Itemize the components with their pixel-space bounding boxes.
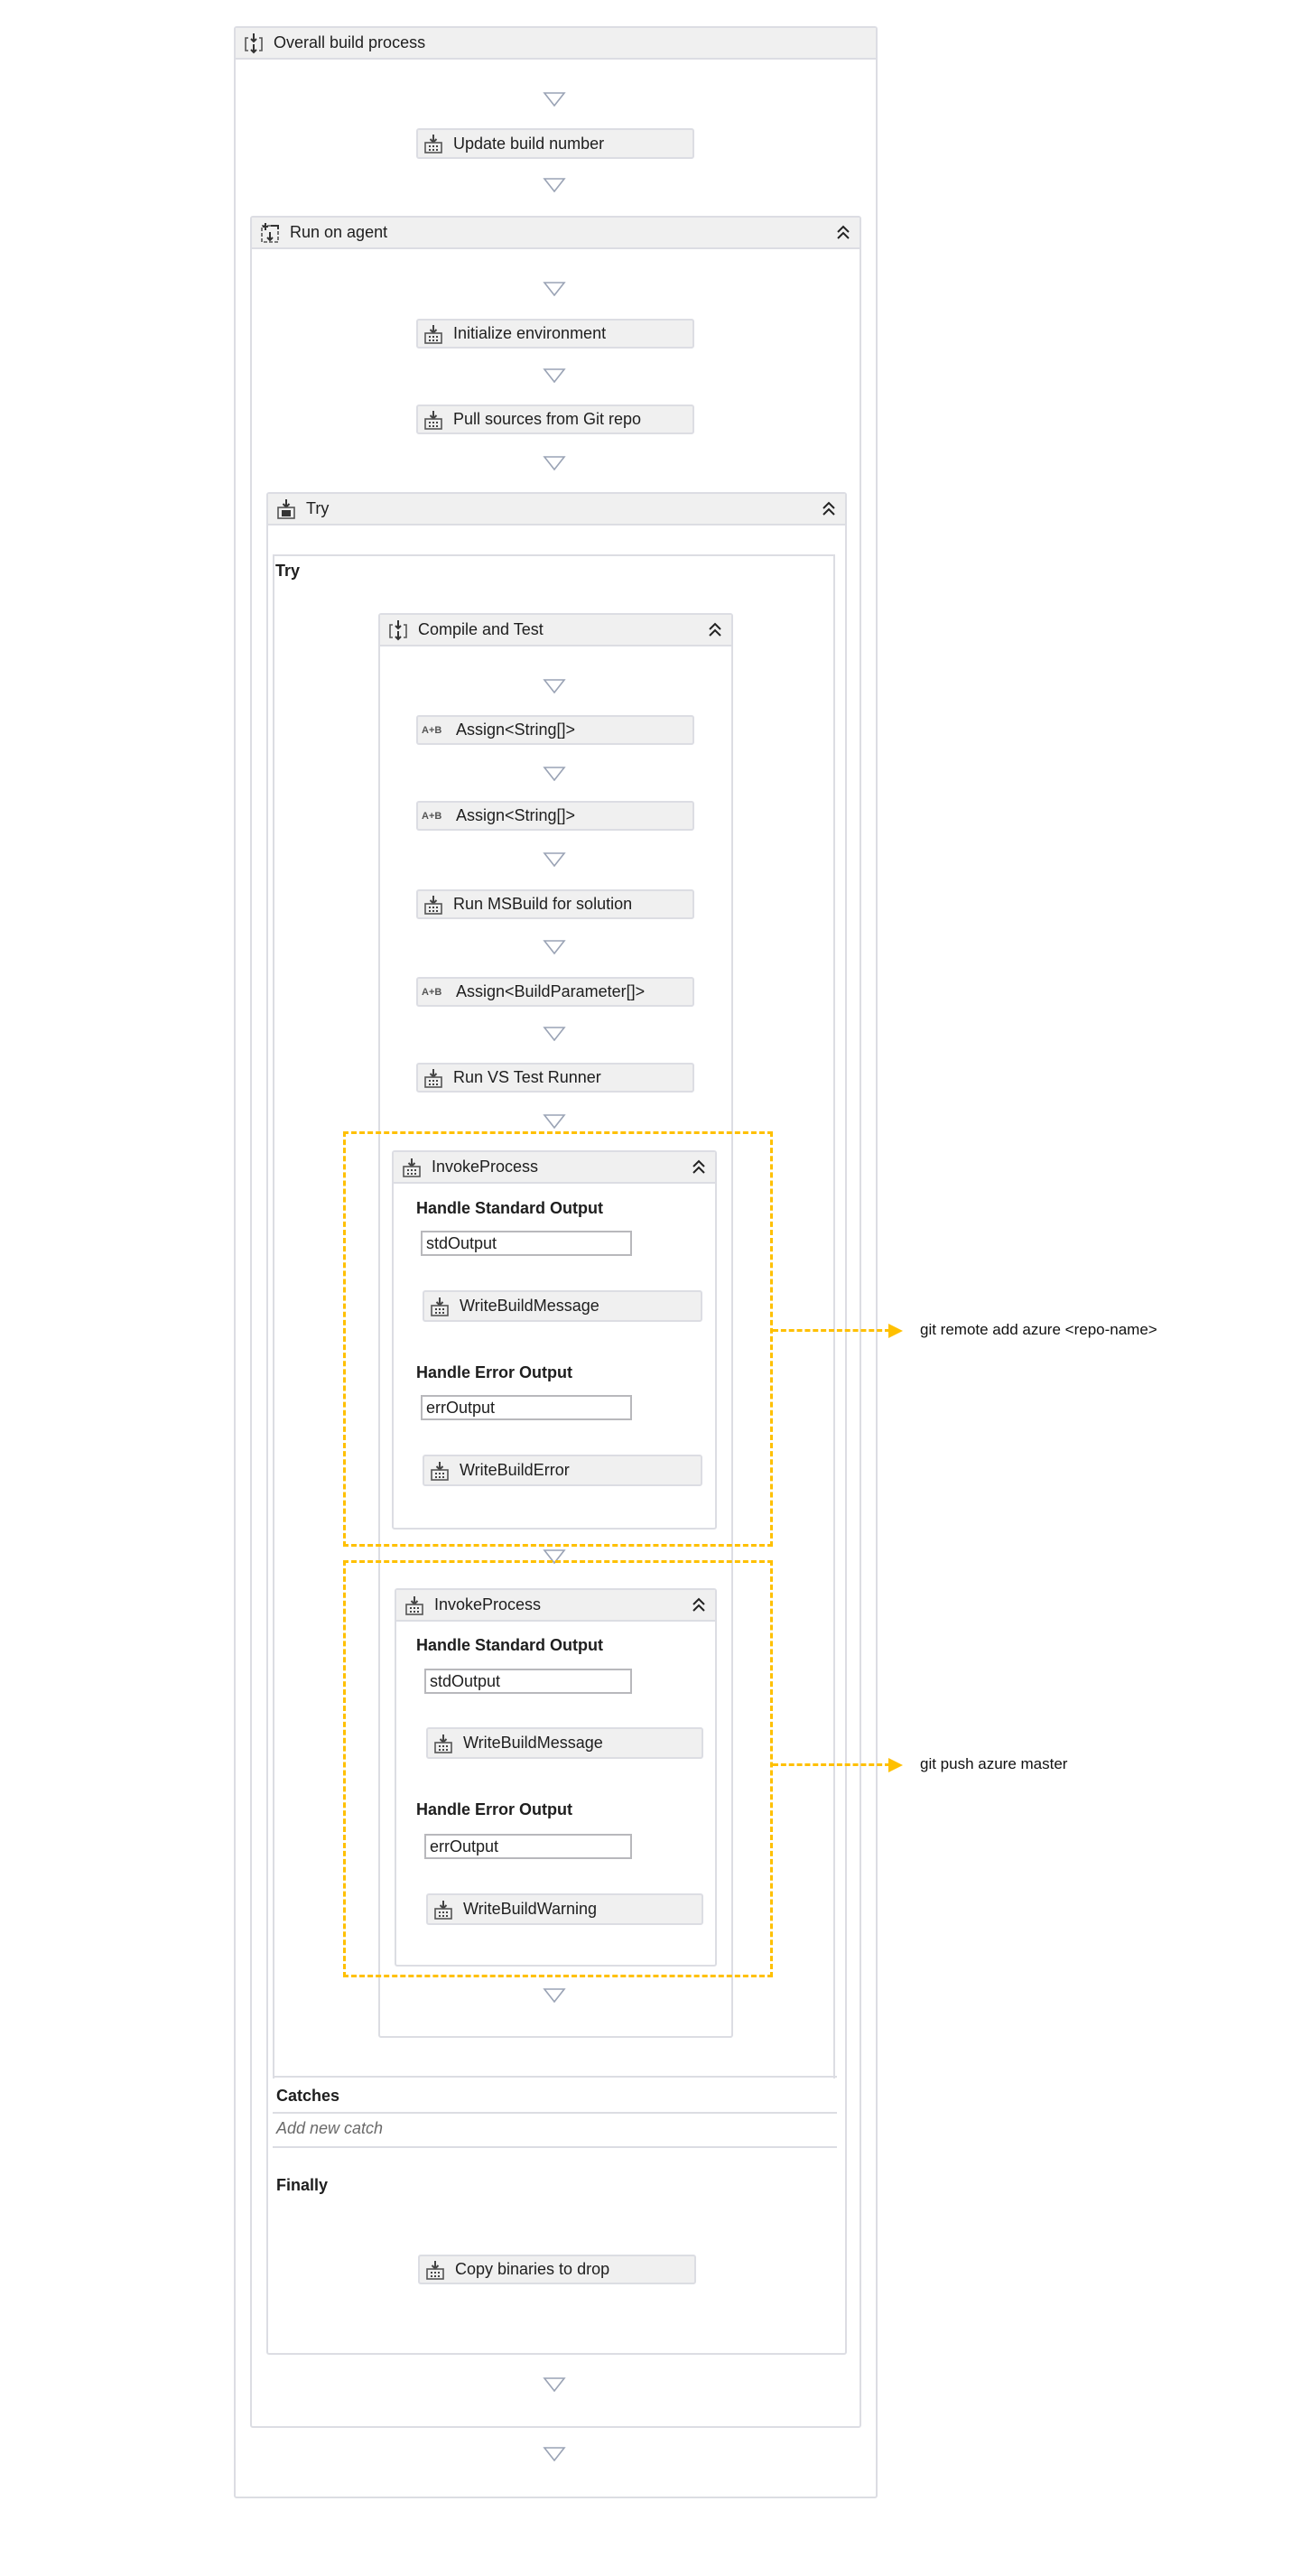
activity-icon <box>404 1595 425 1616</box>
activity-icon <box>424 2259 446 2281</box>
activity-label: WriteBuildMessage <box>460 1297 599 1315</box>
arrowhead-icon <box>888 1758 903 1772</box>
collapse-icon[interactable] <box>834 223 852 241</box>
assign-icon: A+B <box>422 724 442 736</box>
agent-scope-icon <box>259 222 281 244</box>
assign-activity[interactable]: A+B Assign<BuildParameter[]> <box>416 977 694 1007</box>
activity-label: WriteBuildMessage <box>463 1734 603 1752</box>
try-title: Try <box>306 499 330 517</box>
invoke-process-title: InvokeProcess <box>432 1158 539 1176</box>
activity-label: Assign<String[]> <box>456 721 576 739</box>
activity-icon <box>423 894 444 916</box>
sequence-icon <box>243 33 265 54</box>
activity-label: Run VS Test Runner <box>453 1068 601 1086</box>
err-output-field[interactable]: errOutput <box>424 1834 632 1859</box>
drop-arrow-icon[interactable] <box>543 2447 566 2461</box>
activity-label: Assign<String[]> <box>456 806 576 824</box>
run-vs-test-runner-activity[interactable]: Run VS Test Runner <box>416 1063 694 1093</box>
collapse-icon[interactable] <box>820 499 838 517</box>
drop-arrow-icon[interactable] <box>543 2377 566 2392</box>
std-output-field[interactable]: stdOutput <box>424 1669 632 1694</box>
drop-arrow-icon[interactable] <box>543 679 566 693</box>
try-header[interactable]: Try <box>268 494 845 525</box>
write-build-message-activity[interactable]: WriteBuildMessage <box>426 1727 703 1759</box>
activity-icon <box>429 1296 451 1317</box>
sequence-icon <box>387 619 409 641</box>
initialize-environment-activity[interactable]: Initialize environment <box>416 319 694 349</box>
annotation-text: git push azure master <box>920 1755 1068 1772</box>
collapse-icon[interactable] <box>706 620 724 638</box>
write-build-message-activity[interactable]: WriteBuildMessage <box>423 1290 702 1322</box>
activity-label: Copy binaries to drop <box>455 2260 610 2278</box>
err-output-heading: Handle Error Output <box>416 1800 573 1818</box>
copy-binaries-activity[interactable]: Copy binaries to drop <box>418 2255 696 2284</box>
assign-icon: A+B <box>422 810 442 822</box>
drop-arrow-icon[interactable] <box>543 1114 566 1129</box>
collapse-icon[interactable] <box>690 1595 708 1613</box>
annotation-connector <box>773 1329 890 1332</box>
drop-arrow-icon[interactable] <box>543 92 566 107</box>
activity-label: Initialize environment <box>453 324 607 342</box>
drop-arrow-icon[interactable] <box>543 178 566 192</box>
invoke-process-header[interactable]: InvokeProcess <box>394 1152 715 1184</box>
try-label: Try <box>275 562 301 580</box>
drop-arrow-icon[interactable] <box>543 852 566 867</box>
write-build-error-activity[interactable]: WriteBuildError <box>423 1455 702 1486</box>
overall-title: Overall build process <box>274 33 426 51</box>
drop-arrow-icon[interactable] <box>543 282 566 296</box>
std-output-heading: Handle Standard Output <box>416 1199 603 1217</box>
add-new-catch[interactable]: Add new catch <box>276 2119 383 2138</box>
activity-label: Assign<BuildParameter[]> <box>456 982 646 1000</box>
activity-label: WriteBuildWarning <box>463 1900 598 1918</box>
annotation-text: git remote add azure <repo-name> <box>920 1321 1157 1338</box>
activity-label: WriteBuildError <box>460 1461 570 1479</box>
assign-activity[interactable]: A+B Assign<String[]> <box>416 801 694 831</box>
invoke-process-header[interactable]: InvokeProcess <box>396 1590 715 1622</box>
divider <box>273 2112 837 2114</box>
pull-sources-activity[interactable]: Pull sources from Git repo <box>416 405 694 434</box>
run-on-agent-title: Run on agent <box>290 223 388 241</box>
activity-icon <box>423 133 444 154</box>
activity-icon <box>423 323 444 345</box>
err-output-field[interactable]: errOutput <box>421 1395 632 1420</box>
activity-label: Run MSBuild for solution <box>453 895 633 913</box>
annotation-connector <box>773 1763 890 1766</box>
run-on-agent-header[interactable]: Run on agent <box>252 218 860 249</box>
std-output-heading: Handle Standard Output <box>416 1636 603 1654</box>
compile-and-test-header[interactable]: Compile and Test <box>380 615 731 646</box>
compile-and-test-title: Compile and Test <box>418 620 544 638</box>
activity-icon <box>401 1157 423 1178</box>
try-icon <box>275 498 297 520</box>
assign-activity[interactable]: A+B Assign<String[]> <box>416 715 694 745</box>
invoke-process-title: InvokeProcess <box>434 1595 542 1613</box>
drop-arrow-icon[interactable] <box>543 1027 566 1041</box>
activity-label: Update build number <box>453 134 605 153</box>
arrowhead-icon <box>888 1324 903 1338</box>
activity-label: Pull sources from Git repo <box>453 410 642 428</box>
activity-icon <box>423 409 444 431</box>
activity-icon <box>429 1460 451 1482</box>
assign-icon: A+B <box>422 986 442 998</box>
activity-icon <box>432 1733 454 1754</box>
write-build-warning-activity[interactable]: WriteBuildWarning <box>426 1893 703 1925</box>
finally-label: Finally <box>276 2176 329 2194</box>
activity-icon <box>432 1899 454 1920</box>
drop-arrow-icon[interactable] <box>543 1988 566 2003</box>
drop-arrow-icon[interactable] <box>543 767 566 781</box>
collapse-icon[interactable] <box>690 1158 708 1176</box>
activity-icon <box>423 1067 444 1089</box>
divider <box>273 2076 837 2078</box>
drop-arrow-icon[interactable] <box>543 368 566 383</box>
overall-header[interactable]: Overall build process <box>236 28 876 60</box>
std-output-field[interactable]: stdOutput <box>421 1231 632 1256</box>
run-msbuild-activity[interactable]: Run MSBuild for solution <box>416 889 694 919</box>
drop-arrow-icon[interactable] <box>543 456 566 470</box>
drop-arrow-icon[interactable] <box>543 940 566 954</box>
catches-label: Catches <box>276 2087 340 2105</box>
update-build-number-activity[interactable]: Update build number <box>416 128 694 159</box>
err-output-heading: Handle Error Output <box>416 1363 573 1381</box>
divider <box>273 2146 837 2148</box>
